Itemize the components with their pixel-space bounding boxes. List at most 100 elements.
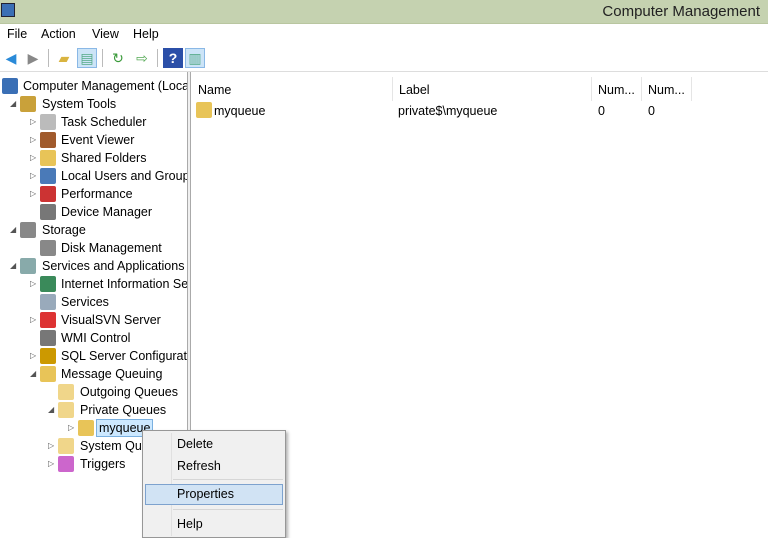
tree-item-label: SQL Server Configuratic (61, 349, 187, 363)
forward-arrow-icon[interactable]: ▶ (23, 48, 43, 68)
expand-arrow-icon[interactable]: ▷ (30, 153, 36, 162)
expand-arrow-icon[interactable]: ▷ (30, 279, 36, 288)
folder-icon (58, 402, 74, 418)
menu-bar: File Action View Help (0, 23, 768, 44)
tree-item-label: Task Scheduler (61, 115, 147, 129)
toolbar-separator (48, 49, 49, 67)
tree-item[interactable]: ◢ Private Queues (0, 401, 187, 419)
menu-item-help[interactable]: Help (145, 514, 283, 535)
collapse-arrow-icon[interactable]: ◢ (30, 369, 36, 378)
services-apps-icon (20, 258, 36, 274)
collapse-arrow-icon[interactable]: ◢ (10, 261, 16, 270)
tools-icon (20, 96, 36, 112)
app-icon[interactable] (1, 3, 15, 17)
tree-item-label: VisualSVN Server (61, 313, 161, 327)
tree-item-label: Device Manager (61, 205, 153, 219)
tree-item[interactable]: ▷ VisualSVN Server (0, 311, 187, 329)
column-header-num1[interactable]: Num... (592, 77, 642, 101)
export-list-icon[interactable]: ⇨ (132, 48, 152, 68)
tree-item[interactable]: Services (0, 293, 187, 311)
performance-icon (40, 186, 56, 202)
show-hide-console-tree-icon[interactable]: ▤ (77, 48, 97, 68)
column-header-label[interactable]: Label (393, 77, 592, 101)
computer-management-icon (2, 78, 18, 94)
refresh-icon[interactable]: ↻ (108, 48, 128, 68)
expand-arrow-icon[interactable]: ▷ (30, 117, 36, 126)
expand-arrow-icon[interactable]: ▷ (68, 423, 74, 432)
column-header-num2[interactable]: Num... (642, 77, 692, 101)
tree-item-label: Event Viewer (61, 133, 135, 147)
message-queuing-icon (40, 366, 56, 382)
tree-item[interactable]: Device Manager (0, 203, 187, 221)
gear-icon (40, 294, 56, 310)
column-header-name[interactable]: Name (192, 77, 393, 101)
queue-icon (78, 420, 94, 436)
title-bar: Computer Management (0, 0, 768, 23)
tree-item[interactable]: ▷ Internet Information Ser (0, 275, 187, 293)
tree-item[interactable]: ▷ Local Users and Groups (0, 167, 187, 185)
context-menu: Delete Refresh Properties Help (142, 430, 286, 538)
menu-item-refresh[interactable]: Refresh (145, 456, 283, 477)
tree-item-label: Storage (42, 223, 86, 237)
collapse-arrow-icon[interactable]: ◢ (10, 225, 16, 234)
collapse-arrow-icon[interactable]: ◢ (10, 99, 16, 108)
tree-item[interactable]: WMI Control (0, 329, 187, 347)
tree-item[interactable]: ▷ SQL Server Configuratic (0, 347, 187, 365)
expand-arrow-icon[interactable]: ▷ (30, 315, 36, 324)
collapse-arrow-icon[interactable]: ◢ (48, 405, 54, 414)
iis-icon (40, 276, 56, 292)
row-num2: 0 (648, 104, 655, 118)
expand-arrow-icon[interactable]: ▷ (30, 351, 36, 360)
tree-item[interactable]: Disk Management (0, 239, 187, 257)
menu-separator (173, 479, 283, 480)
row-name: myqueue (214, 104, 266, 118)
tree-item-label: Local Users and Groups (61, 169, 187, 183)
expand-arrow-icon[interactable]: ▷ (48, 441, 54, 450)
tree-item[interactable]: ▷ Performance (0, 185, 187, 203)
menu-file[interactable]: File (7, 27, 27, 41)
tree-item-label: Outgoing Queues (80, 385, 178, 399)
toolbar: ◀ ▶ ▰ ▤ ↻ ⇨ ? ▥ (0, 44, 768, 72)
window-title: Computer Management (602, 3, 760, 20)
menu-help[interactable]: Help (133, 27, 159, 41)
tree-item[interactable]: ▷ Event Viewer (0, 131, 187, 149)
tree-item-label: Disk Management (61, 241, 162, 255)
visualsvn-icon (40, 312, 56, 328)
menu-item-delete[interactable]: Delete (145, 434, 283, 455)
menu-action[interactable]: Action (41, 27, 76, 41)
expand-arrow-icon[interactable]: ▷ (48, 459, 54, 468)
disk-icon (40, 240, 56, 256)
tree-item[interactable]: ▷ Task Scheduler (0, 113, 187, 131)
folder-icon (58, 438, 74, 454)
tree-item-label: Triggers (80, 457, 126, 471)
help-icon[interactable]: ? (163, 48, 183, 68)
back-arrow-icon[interactable]: ◀ (1, 48, 21, 68)
show-hide-action-pane-icon[interactable]: ▥ (185, 48, 205, 68)
expand-arrow-icon[interactable]: ▷ (30, 171, 36, 180)
clock-icon (40, 114, 56, 130)
users-icon (40, 168, 56, 184)
triggers-icon (58, 456, 74, 472)
tree-item-label: System Tools (42, 97, 117, 111)
tree-item[interactable]: Computer Management (Local (0, 77, 187, 95)
toolbar-separator (102, 49, 103, 67)
menu-item-properties[interactable]: Properties (145, 484, 283, 505)
tree-item[interactable]: ◢ Message Queuing (0, 365, 187, 383)
tree-item-label: Performance (61, 187, 133, 201)
toolbar-separator (157, 49, 158, 67)
tree-item-label: Services (61, 295, 109, 309)
tree-item[interactable]: ◢ Services and Applications (0, 257, 187, 275)
expand-arrow-icon[interactable]: ▷ (30, 135, 36, 144)
expand-arrow-icon[interactable]: ▷ (30, 189, 36, 198)
tree-item-label: WMI Control (61, 331, 131, 345)
tree-item[interactable]: ◢ Storage (0, 221, 187, 239)
menu-view[interactable]: View (92, 27, 119, 41)
tree-item[interactable]: ◢ System Tools (0, 95, 187, 113)
tree-item-label: Message Queuing (61, 367, 163, 381)
tree-item-label: Services and Applications (42, 259, 185, 273)
tree-item[interactable]: Outgoing Queues (0, 383, 187, 401)
device-manager-icon (40, 204, 56, 220)
up-folder-icon[interactable]: ▰ (54, 48, 74, 68)
wmi-icon (40, 330, 56, 346)
tree-item[interactable]: ▷ Shared Folders (0, 149, 187, 167)
